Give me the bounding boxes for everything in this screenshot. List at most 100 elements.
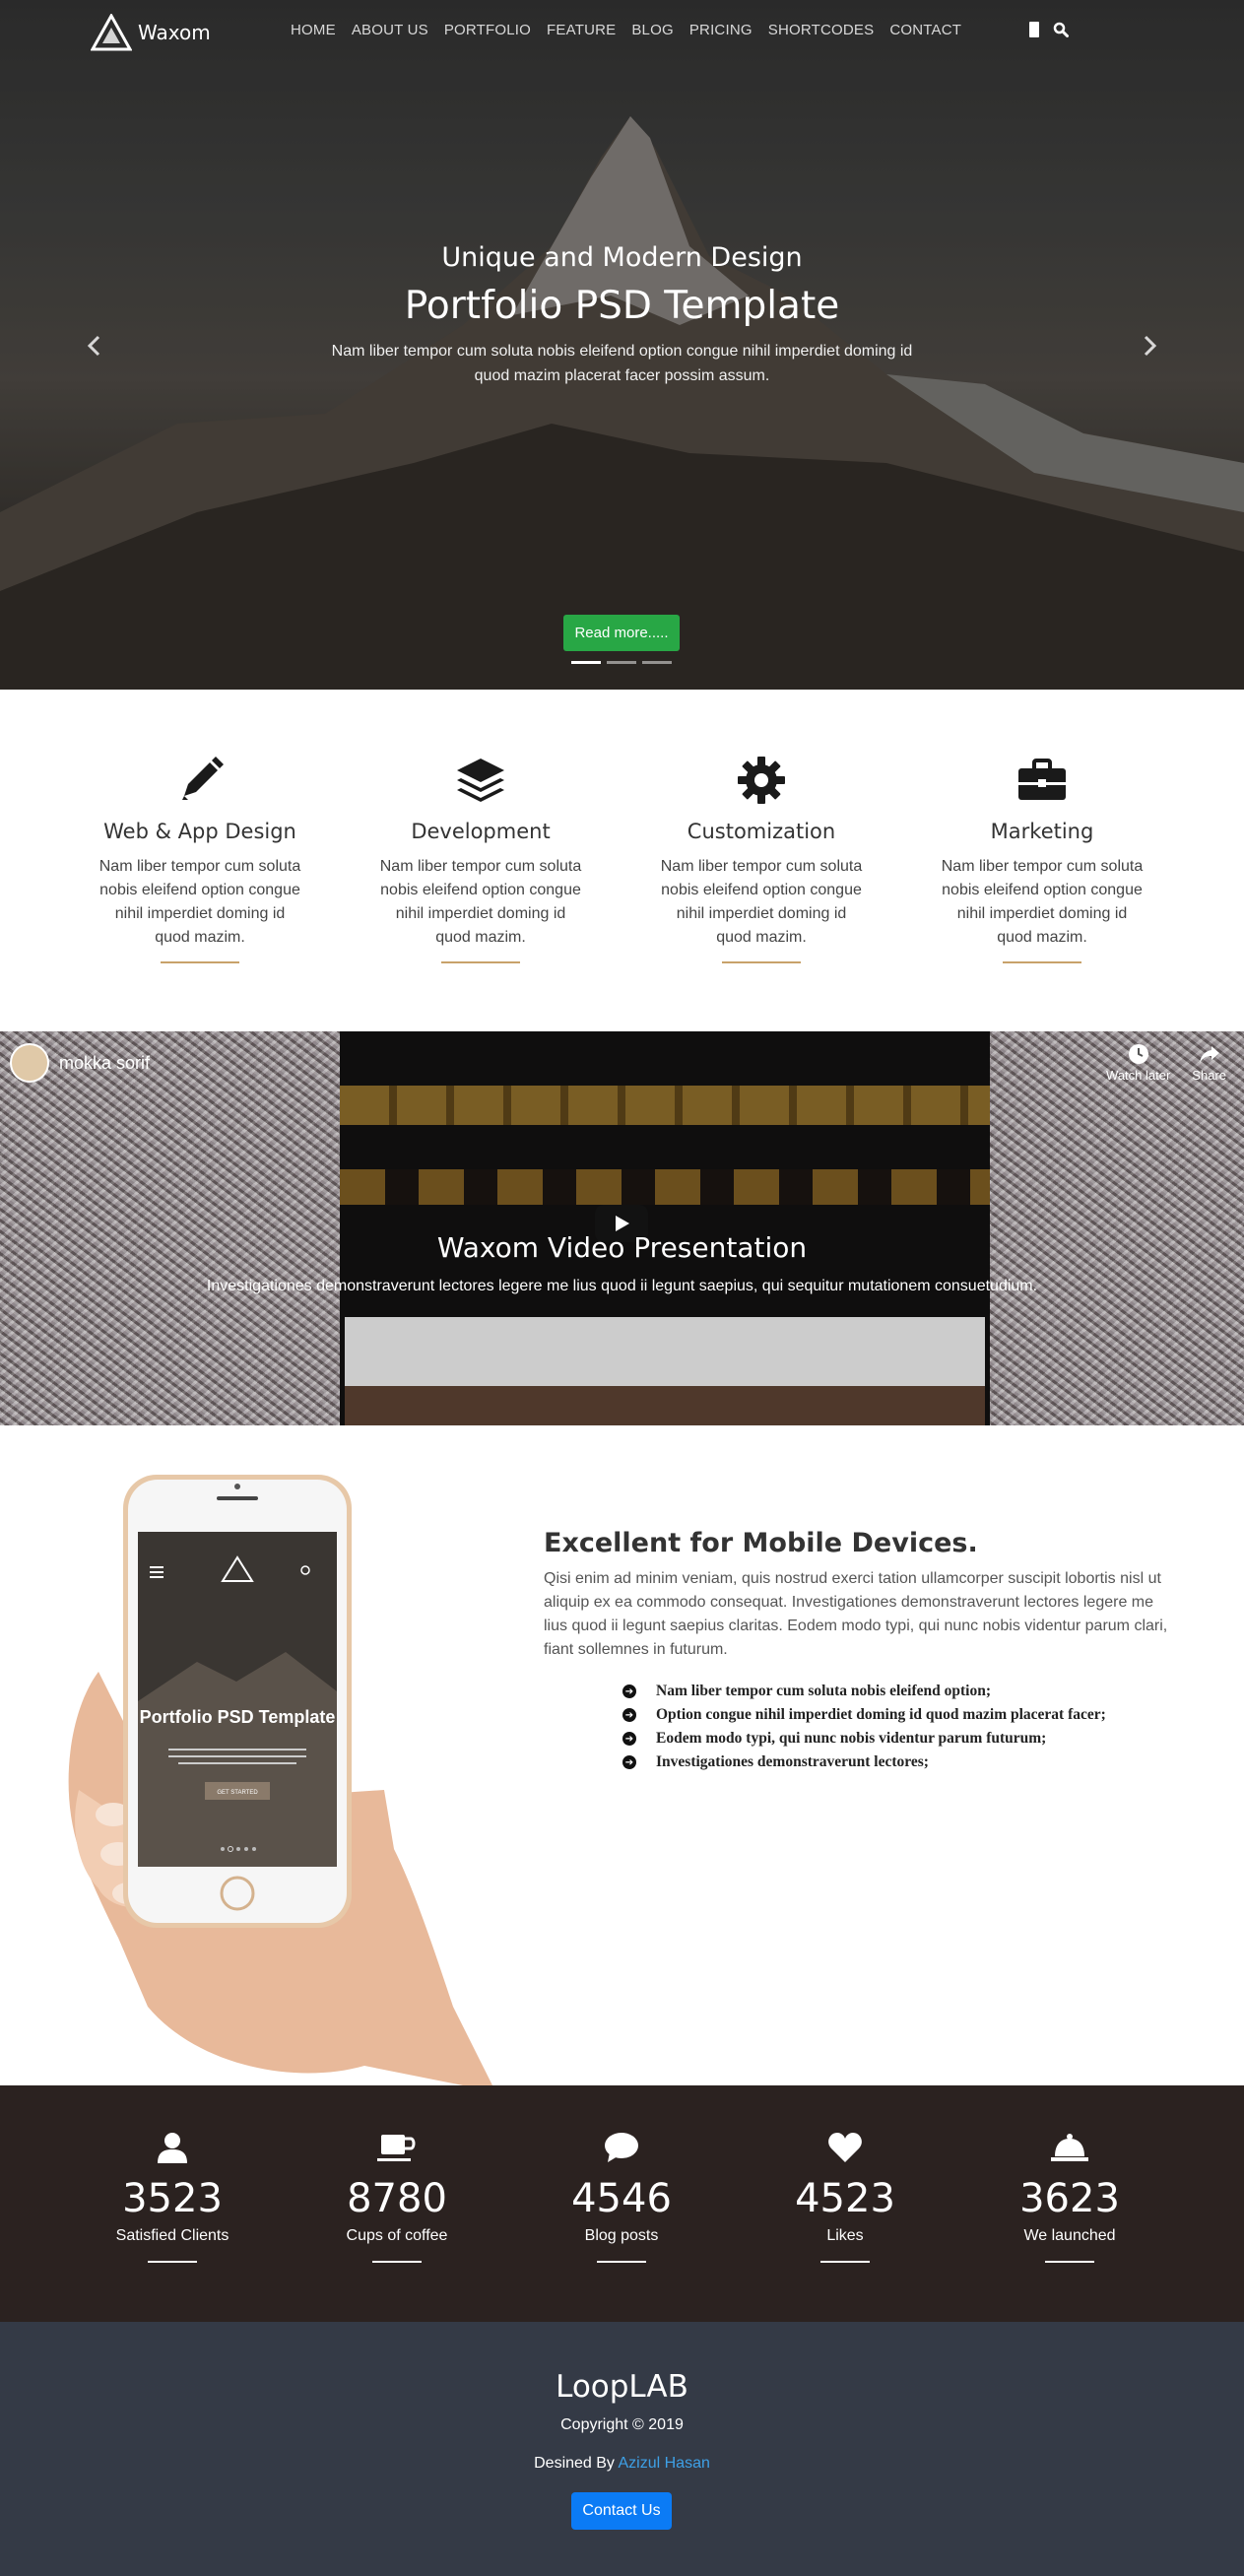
- feature-text: Nam liber tempor cum soluta nobis eleife…: [660, 858, 863, 946]
- menu-item-portfolio[interactable]: PORTFOLIO: [444, 22, 531, 38]
- stat-label: Satisfied Clients: [115, 2227, 229, 2244]
- watch-later-label: Watch later: [1106, 1068, 1171, 1083]
- stat-item: 4523 Likes: [756, 2131, 934, 2263]
- hero-slider: Waxom HOME ABOUT US PORTFOLIO FEATURE BL…: [0, 0, 1244, 690]
- arrow-circle-icon: ➔: [622, 1684, 636, 1698]
- nav-icons: [1029, 22, 1069, 37]
- chevron-right-icon: [1144, 335, 1157, 357]
- comment-icon: [605, 2133, 638, 2162]
- feature-text: Nam liber tempor cum soluta nobis eleife…: [379, 858, 582, 946]
- arrow-circle-icon: ➔: [622, 1755, 636, 1769]
- heart-icon: [828, 2133, 862, 2162]
- menu-item-shortcodes[interactable]: SHORTCODES: [768, 22, 875, 38]
- slider-next-button[interactable]: [1136, 331, 1165, 361]
- mobile-title: Excellent for Mobile Devices.: [544, 1528, 978, 1558]
- video-channel[interactable]: mokka sorif: [10, 1043, 150, 1083]
- slide-indicator-1[interactable]: [571, 661, 601, 664]
- stat-item: 3523 Satisfied Clients: [84, 2131, 261, 2263]
- search-icon[interactable]: [1053, 22, 1069, 37]
- stat-label: Likes: [826, 2227, 864, 2244]
- feature-card: Web & App Design Nam liber tempor cum so…: [97, 751, 303, 963]
- briefcase-icon: [1018, 759, 1066, 800]
- user-icon: [158, 2133, 187, 2163]
- list-item: ➔ Option congue nihil imperdiet doming id…: [622, 1703, 1106, 1727]
- arrow-circle-icon: ➔: [622, 1708, 636, 1722]
- feature-title: Marketing: [990, 820, 1094, 843]
- slider-indicators: [571, 661, 672, 664]
- video-title: Waxom Video Presentation: [436, 1231, 808, 1264]
- read-more-button[interactable]: Read more.....: [563, 615, 680, 651]
- slider-prev-button[interactable]: [79, 331, 108, 361]
- menu-item-pricing[interactable]: PRICING: [689, 22, 753, 38]
- watch-later-button[interactable]: Watch later: [1106, 1043, 1170, 1083]
- menu-item-feature[interactable]: FEATURE: [547, 22, 616, 38]
- hero-subtitle: Unique and Modern Design: [441, 242, 803, 273]
- feature-divider: [441, 961, 520, 963]
- author-link[interactable]: Azizul Hasan: [619, 2455, 710, 2472]
- stat-label: Cups of coffee: [346, 2227, 448, 2244]
- logo-icon: [91, 14, 132, 51]
- feature-title: Development: [411, 820, 551, 843]
- footer-credit: Desined By Azizul Hasan: [0, 2455, 1244, 2473]
- mobile-section: Portfolio PSD Template GET STARTED Excel…: [0, 1425, 1244, 2085]
- coffee-icon: [377, 2135, 416, 2161]
- menu-item-about-us[interactable]: ABOUT US: [352, 22, 428, 38]
- logo[interactable]: Waxom: [91, 14, 211, 51]
- main-menu: HOME ABOUT US PORTFOLIO FEATURE BLOG PRI…: [291, 22, 977, 38]
- credit-prefix: Desined By: [534, 2455, 619, 2472]
- list-item: ➔ Investigationes demonstraverunt lectore…: [622, 1750, 1106, 1774]
- stat-label: Blog posts: [584, 2227, 659, 2244]
- layers-icon: [457, 759, 504, 802]
- phone-screen-title: Portfolio PSD Template: [140, 1707, 336, 1727]
- logo-text: Waxom: [138, 21, 211, 44]
- phone-screen-button: GET STARTED: [217, 1790, 258, 1796]
- stat-label: We launched: [1023, 2227, 1116, 2244]
- footer: LoopLAB Copyright © 2019 Desined By Aziz…: [0, 2322, 1244, 2576]
- list-item-text: Investigationes demonstraverunt lectores…: [656, 1753, 929, 1770]
- slide-indicator-3[interactable]: [642, 661, 672, 664]
- stat-divider: [1045, 2261, 1094, 2263]
- feature-text: Nam liber tempor cum soluta nobis eleife…: [941, 858, 1144, 946]
- cart-icon[interactable]: [1029, 22, 1039, 37]
- share-button[interactable]: Share: [1192, 1043, 1226, 1083]
- arrow-circle-icon: ➔: [622, 1732, 636, 1746]
- slide-indicator-2[interactable]: [607, 661, 636, 664]
- stat-value: 3623: [1019, 2176, 1120, 2221]
- features-section: Web & App Design Nam liber tempor cum so…: [0, 690, 1244, 1031]
- gear-icon: [738, 757, 785, 804]
- feature-title: Customization: [687, 820, 836, 843]
- menu-item-home[interactable]: HOME: [291, 22, 336, 38]
- menu-item-contact[interactable]: CONTACT: [889, 22, 961, 38]
- stat-divider: [372, 2261, 422, 2263]
- feature-divider: [1003, 961, 1081, 963]
- stat-value: 4523: [795, 2176, 895, 2221]
- feature-divider: [722, 961, 801, 963]
- feature-card: Marketing Nam liber tempor cum soluta no…: [939, 751, 1146, 963]
- menu-item-blog[interactable]: BLOG: [631, 22, 673, 38]
- contact-us-button[interactable]: Contact Us: [571, 2492, 672, 2530]
- stat-item: 3623 We launched: [981, 2131, 1158, 2263]
- channel-name[interactable]: mokka sorif: [59, 1053, 150, 1074]
- pencil-icon: [182, 757, 224, 800]
- list-item-text: Nam liber tempor cum soluta nobis eleife…: [656, 1683, 992, 1699]
- feature-text: Nam liber tempor cum soluta nobis eleife…: [98, 858, 301, 946]
- stat-value: 3523: [122, 2176, 223, 2221]
- footer-brand: LoopLAB: [556, 2369, 688, 2405]
- share-icon: [1199, 1046, 1219, 1063]
- feature-list: ➔ Nam liber tempor cum soluta nobis eleif…: [622, 1680, 1106, 1774]
- feature-title: Web & App Design: [103, 820, 296, 843]
- hero-title: Portfolio PSD Template: [404, 284, 840, 328]
- chevron-left-icon: [87, 335, 100, 357]
- share-label: Share: [1192, 1068, 1226, 1083]
- stat-item: 8780 Cups of coffee: [308, 2131, 486, 2263]
- stat-item: 4546 Blog posts: [533, 2131, 710, 2263]
- footer-copyright: Copyright © 2019: [560, 2416, 684, 2433]
- top-navbar: Waxom HOME ABOUT US PORTFOLIO FEATURE BL…: [0, 0, 1244, 65]
- bell-icon: [1051, 2134, 1088, 2161]
- stat-divider: [148, 2261, 197, 2263]
- avatar[interactable]: [10, 1043, 49, 1083]
- stat-divider: [820, 2261, 870, 2263]
- stat-value: 8780: [347, 2176, 447, 2221]
- feature-divider: [161, 961, 239, 963]
- list-item-text: Eodem modo typi, qui nunc nobis videntur…: [656, 1730, 1047, 1747]
